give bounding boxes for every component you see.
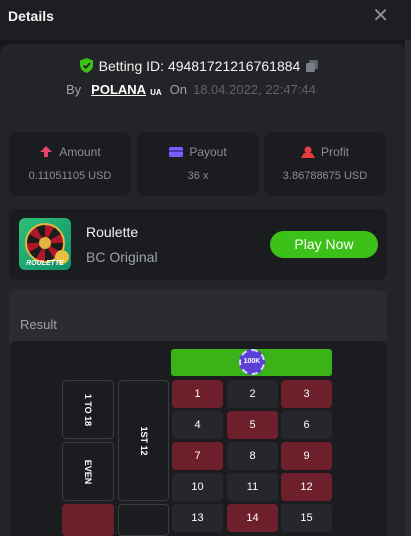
profit-card: Profit 3.86788675 USD bbox=[264, 132, 386, 196]
shield-check-icon bbox=[79, 58, 93, 73]
wheel-hub bbox=[39, 237, 51, 249]
betting-id-label: Betting ID: bbox=[98, 58, 165, 74]
username-link[interactable]: POLANA bbox=[91, 82, 146, 97]
bet-1-to-18[interactable]: 1 TO 18 bbox=[62, 380, 114, 439]
bettor-row: By POLANA UA On 18.04.2022, 22:47:44 bbox=[66, 82, 316, 101]
copy-icon[interactable] bbox=[306, 60, 319, 72]
user-flag: UA bbox=[150, 88, 162, 97]
payout-card: Payout 36 x bbox=[137, 132, 259, 196]
amount-value: 0.11051105 USD bbox=[28, 170, 112, 182]
bet-1-to-18-label: 1 TO 18 bbox=[83, 393, 93, 426]
on-label: On bbox=[169, 82, 187, 97]
number-cell-2[interactable]: 2 bbox=[227, 380, 278, 408]
game-provider: BC Original bbox=[86, 249, 158, 265]
close-icon[interactable]: ✕ bbox=[372, 6, 389, 26]
betting-id-row: Betting ID: 49481721216761884 bbox=[0, 58, 398, 74]
number-cell-7[interactable]: 7 bbox=[172, 442, 223, 470]
payout-label: Payout bbox=[189, 145, 227, 159]
bet-1st-12-label: 1ST 12 bbox=[138, 425, 149, 456]
amount-label: Amount bbox=[59, 145, 101, 159]
profit-value: 3.86788675 USD bbox=[282, 170, 368, 182]
number-cell-9[interactable]: 9 bbox=[281, 442, 332, 470]
betting-id-value: 49481721216761884 bbox=[167, 58, 301, 74]
number-cell-15[interactable]: 15 bbox=[281, 504, 332, 532]
bet-even-label: EVEN bbox=[83, 459, 93, 484]
profit-icon bbox=[300, 146, 315, 158]
result-label: Result bbox=[20, 317, 57, 332]
game-card: ROULETTE Roulette BC Original Play Now bbox=[9, 209, 387, 280]
roulette-thumbnail[interactable]: ROULETTE bbox=[19, 218, 71, 270]
thumbnail-label: ROULETTE bbox=[26, 260, 64, 267]
game-name: Roulette bbox=[86, 224, 139, 240]
number-cell-13[interactable]: 13 bbox=[172, 504, 223, 532]
scrollbar[interactable] bbox=[405, 40, 411, 536]
number-cell-8[interactable]: 8 bbox=[227, 442, 278, 470]
amount-card: Amount 0.11051105 USD bbox=[9, 132, 131, 196]
number-cell-6[interactable]: 6 bbox=[281, 411, 332, 439]
number-cell-10[interactable]: 10 bbox=[172, 473, 223, 501]
number-cell-11[interactable]: 11 bbox=[227, 473, 278, 501]
wallet-icon bbox=[169, 147, 184, 157]
bet-1st-12[interactable]: 1ST 12 bbox=[118, 380, 169, 501]
bet-even[interactable]: EVEN bbox=[62, 442, 114, 501]
amount-icon bbox=[40, 146, 53, 157]
modal-header: Details ✕ bbox=[0, 0, 411, 40]
number-cell-4[interactable]: 4 bbox=[172, 411, 223, 439]
bet-red[interactable] bbox=[62, 504, 114, 536]
number-cell-3[interactable]: 3 bbox=[281, 380, 332, 408]
play-now-button[interactable]: Play Now bbox=[270, 231, 378, 258]
number-cell-14[interactable]: 14 bbox=[227, 504, 278, 532]
number-cell-12[interactable]: 12 bbox=[281, 473, 332, 501]
number-cell-1[interactable]: 1 bbox=[172, 380, 223, 408]
profit-label: Profit bbox=[320, 145, 349, 159]
bet-2nd-12[interactable] bbox=[118, 504, 169, 536]
bet-datetime: 18.04.2022, 22:47:44 bbox=[192, 82, 316, 97]
modal-title: Details bbox=[8, 8, 54, 24]
number-cell-5[interactable]: 5 bbox=[227, 411, 278, 439]
payout-value: 36 x bbox=[187, 170, 209, 182]
by-label: By bbox=[66, 82, 82, 97]
bet-chip: 100K bbox=[239, 349, 265, 375]
